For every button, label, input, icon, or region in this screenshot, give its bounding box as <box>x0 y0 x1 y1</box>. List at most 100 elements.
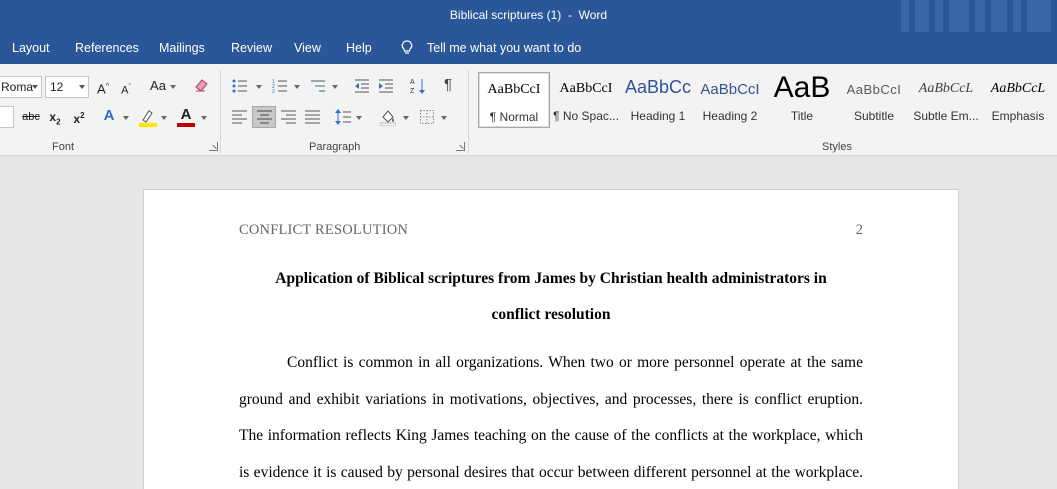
style-sample: AaB <box>773 71 831 104</box>
font-size-combo[interactable]: 12 <box>45 76 89 98</box>
style-sample: AaBbCcI <box>559 81 613 96</box>
font-color-icon[interactable]: A <box>178 107 194 123</box>
tell-me-search[interactable]: Tell me what you want to do <box>427 41 581 55</box>
tab-mailings[interactable]: Mailings <box>159 41 205 55</box>
document-title-line-1: Application of Biblical scriptures from … <box>275 270 827 287</box>
body-line: ground and exhibit variations in motivat… <box>239 391 863 408</box>
style-sample: AaBbCcI <box>487 82 541 97</box>
font-size-value: 12 <box>50 80 64 94</box>
tab-references[interactable]: References <box>75 41 139 55</box>
subscript-icon[interactable]: x2 <box>47 109 63 130</box>
chevron-down-icon[interactable] <box>161 116 167 120</box>
decrease-indent-icon[interactable] <box>354 78 370 94</box>
style-name: Heading 1 <box>630 109 686 123</box>
styles-group-label: Styles <box>822 141 852 153</box>
style-name: Heading 2 <box>702 109 758 123</box>
svg-text:3: 3 <box>272 89 275 94</box>
font-combo-edge <box>0 106 14 128</box>
chevron-down-icon[interactable] <box>332 85 338 89</box>
multilevel-list-icon[interactable] <box>310 78 326 94</box>
group-divider <box>220 70 221 154</box>
ribbon-tabs: Layout References Mailings Review View H… <box>0 32 1057 64</box>
font-name-combo[interactable]: Roma <box>0 76 42 98</box>
style-name: ¶ No Spac... <box>553 109 619 123</box>
style-sample: AaBbCcI <box>846 82 902 97</box>
chevron-down-icon[interactable] <box>256 85 262 89</box>
style-name: Title <box>790 109 814 123</box>
style-heading-2[interactable]: AaBbCcI Heading 2 <box>694 72 766 128</box>
title-bar: Biblical scriptures (1) - Word <box>0 0 1057 36</box>
tab-layout[interactable]: Layout <box>12 41 50 55</box>
text-effects-icon[interactable]: A <box>101 108 117 124</box>
chevron-down-icon[interactable] <box>170 85 176 89</box>
style-sample: AaBbCcI <box>700 81 760 98</box>
strikethrough-icon[interactable]: abc <box>22 109 40 125</box>
show-marks-icon[interactable]: ¶ <box>440 77 456 93</box>
page-number: 2 <box>855 222 863 238</box>
running-head: CONFLICT RESOLUTION <box>239 222 409 238</box>
style-no-spacing[interactable]: AaBbCcI ¶ No Spac... <box>550 72 622 128</box>
borders-icon[interactable] <box>420 110 434 124</box>
paragraph-group-label: Paragraph <box>309 141 361 153</box>
font-name-value: Roma <box>1 80 34 94</box>
style-subtle-emphasis[interactable]: AaBbCcL Subtle Em... <box>910 72 982 128</box>
style-sample: AaBbCcL <box>918 81 974 96</box>
tab-help[interactable]: Help <box>346 41 372 55</box>
chevron-down-icon <box>32 85 38 89</box>
align-center-button[interactable] <box>252 106 276 128</box>
style-name: Subtle Em... <box>913 109 979 123</box>
font-group-label: Font <box>52 141 75 153</box>
chevron-down-icon[interactable] <box>201 116 207 120</box>
style-normal[interactable]: AaBbCcI ¶ Normal <box>478 72 550 128</box>
align-left-icon[interactable] <box>232 110 247 124</box>
style-heading-1[interactable]: AaBbCc Heading 1 <box>622 72 694 128</box>
style-title[interactable]: AaB Title <box>766 71 838 128</box>
tab-review[interactable]: Review <box>231 41 272 55</box>
shrink-font-icon[interactable]: Aˇ <box>119 80 133 99</box>
lightbulb-icon <box>401 40 413 54</box>
title-bar-decoration <box>897 0 1057 36</box>
document-page[interactable]: CONFLICT RESOLUTION 2 Application of Bib… <box>144 190 958 489</box>
highlight-icon[interactable] <box>139 108 157 128</box>
justify-icon[interactable] <box>305 110 320 124</box>
svg-text:Z: Z <box>410 88 415 95</box>
line-spacing-icon[interactable] <box>335 109 351 125</box>
chevron-down-icon[interactable] <box>123 116 129 120</box>
style-name: Subtitle <box>853 109 895 123</box>
document-title-line-2: conflict resolution <box>491 306 611 323</box>
style-name: Emphasis <box>991 109 1045 123</box>
chevron-down-icon[interactable] <box>403 116 409 120</box>
grow-font-icon[interactable]: A^ <box>95 79 111 97</box>
chevron-down-icon[interactable] <box>441 116 447 120</box>
body-line: Conflict is common in all organizations.… <box>287 354 863 371</box>
group-divider <box>468 70 469 154</box>
shading-icon[interactable] <box>380 109 396 126</box>
style-subtitle[interactable]: AaBbCcI Subtitle <box>838 72 910 128</box>
increase-indent-icon[interactable] <box>378 78 394 94</box>
document-canvas[interactable]: CONFLICT RESOLUTION 2 Application of Bib… <box>0 157 1057 489</box>
chevron-down-icon[interactable] <box>356 116 362 120</box>
font-color-swatch <box>177 123 195 127</box>
style-name: ¶ Normal <box>489 110 539 124</box>
superscript-icon[interactable]: x2 <box>71 108 87 127</box>
body-line: The information reflects King James teac… <box>239 427 863 444</box>
tab-view[interactable]: View <box>294 41 321 55</box>
style-sample: AaBbCc <box>624 77 692 97</box>
sort-icon[interactable]: AZ <box>410 77 426 95</box>
font-dialog-launcher[interactable] <box>209 142 218 151</box>
align-center-icon <box>257 110 272 124</box>
svg-text:A: A <box>410 79 415 86</box>
bullets-icon[interactable] <box>232 78 248 94</box>
body-line: is evidence it is caused by personal des… <box>239 464 863 481</box>
ribbon: Roma 12 A^ Aˇ Aa abc x2 x2 A A Font 1 2 … <box>0 64 1057 156</box>
style-sample: AaBbCcL <box>990 81 1046 96</box>
style-emphasis[interactable]: AaBbCcL Emphasis <box>982 72 1054 128</box>
chevron-down-icon <box>79 85 85 89</box>
styles-gallery: AaBbCcI ¶ Normal AaBbCcI ¶ No Spac... Aa… <box>477 71 1057 134</box>
align-right-icon[interactable] <box>281 110 296 124</box>
chevron-down-icon[interactable] <box>294 85 300 89</box>
change-case-icon[interactable]: Aa <box>148 78 168 94</box>
clear-formatting-icon[interactable] <box>193 77 209 93</box>
paragraph-dialog-launcher[interactable] <box>456 142 465 151</box>
numbering-icon[interactable]: 123 <box>272 78 288 94</box>
